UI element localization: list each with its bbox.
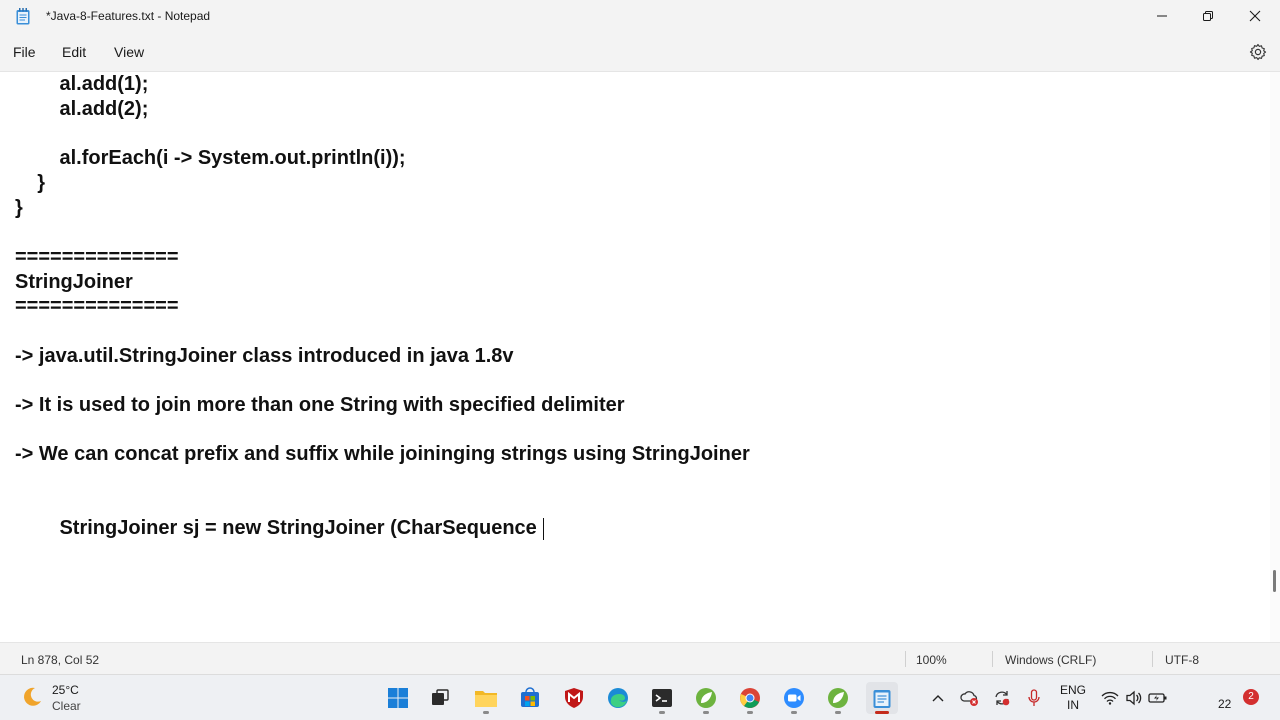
file-explorer-button[interactable] [470,682,502,714]
status-divider [992,651,993,667]
running-indicator [659,711,665,714]
running-indicator [747,711,753,714]
text-caret [542,517,544,540]
zoom-video-icon [784,688,804,708]
terminal-icon [652,689,672,707]
notepad-icon [873,690,891,708]
edge-button[interactable] [602,682,634,714]
start-button[interactable] [382,682,414,714]
menu-edit[interactable]: Edit [62,44,86,60]
spring-tool-2-button[interactable] [822,682,854,714]
notification-badge[interactable]: 2 [1243,689,1259,705]
microphone-tray[interactable] [1024,688,1044,708]
editor-line: StringJoiner [15,271,133,293]
active-indicator [875,711,889,714]
wifi-icon [1101,691,1119,705]
restore-icon [1203,11,1213,21]
onedrive-tray[interactable] [960,688,980,708]
line-ending: Windows (CRLF) [1005,653,1097,667]
edge-browser-icon [608,688,628,708]
editor-line: } [15,172,46,194]
folder-icon [475,691,497,707]
window-title: *Java-8-Features.txt - Notepad [46,9,211,23]
running-indicator [791,711,797,714]
moon-weather-icon[interactable] [20,685,44,709]
spring-leaf-icon [696,688,716,708]
menu-view[interactable]: View [114,44,144,60]
spring-leaf-icon [828,688,848,708]
tray-overflow-button[interactable] [928,688,948,708]
cloud-error-icon [960,691,978,706]
editor-line: } [15,197,23,219]
store-button[interactable] [514,682,546,714]
zoom-level: 100% [916,653,947,667]
notepad-window: *Java-8-Features.txt - Notepad File Edit… [0,0,1280,674]
settings-gear-icon[interactable] [1248,42,1268,62]
vertical-scrollbar[interactable] [1270,72,1280,642]
editor-line: -> We can concat prefix and suffix while… [15,443,750,465]
editor-line: al.add(2); [15,98,149,120]
chrome-icon [740,688,760,708]
notepad-taskbar-button[interactable] [866,682,898,714]
sync-icon [995,691,1010,706]
editor-line-text: StringJoiner sj = new StringJoiner (Char… [15,517,537,539]
wifi-tray[interactable] [1100,688,1120,708]
battery-charging-icon [1148,693,1167,703]
editor-line: -> It is used to join more than one Stri… [15,394,625,416]
battery-tray[interactable] [1148,688,1168,708]
title-bar: *Java-8-Features.txt - Notepad [0,0,1280,32]
status-divider [905,651,906,667]
editor-line: ============== [15,246,179,268]
sync-tray[interactable] [992,688,1012,708]
menu-bar: File Edit View [0,32,1280,72]
scrollbar-thumb[interactable] [1273,570,1276,592]
mcafee-shield-icon [565,688,583,708]
volume-tray[interactable] [1124,688,1144,708]
editor-line: al.forEach(i -> System.out.println(i)); [15,147,406,169]
clock[interactable]: 22 [1218,697,1231,711]
cursor-position: Ln 878, Col 52 [21,653,100,667]
weather-condition: Clear [52,699,81,713]
status-divider [1152,651,1153,667]
minimize-button[interactable] [1139,0,1185,32]
editor-line: ============== [15,295,179,317]
close-icon [1249,10,1261,22]
microphone-icon [1028,689,1040,706]
text-editor-area[interactable]: al.add(1); al.add(2); al.forEach(i -> Sy… [0,72,1270,642]
running-indicator [703,711,709,714]
task-view-icon [432,689,449,705]
minimize-icon [1157,15,1167,17]
encoding: UTF-8 [1165,653,1199,667]
close-button[interactable] [1232,0,1278,32]
windows-start-icon [388,688,408,708]
notepad-app-icon [16,8,30,25]
menu-file[interactable]: File [13,44,36,60]
terminal-button[interactable] [646,682,678,714]
restore-button[interactable] [1185,0,1231,32]
speaker-icon [1126,690,1142,706]
spring-tool-button[interactable] [690,682,722,714]
editor-line: -> java.util.StringJoiner class introduc… [15,345,514,367]
weather-temperature: 25°C [52,683,79,697]
editor-line-current: StringJoiner sj = new StringJoiner (Char… [15,516,544,541]
chevron-up-icon [932,695,944,702]
running-indicator [483,711,489,714]
region-code: IN [1067,698,1079,712]
zoom-button[interactable] [778,682,810,714]
store-icon [521,687,539,707]
language-indicator[interactable]: ENG IN [1060,683,1086,713]
task-view-button[interactable] [424,682,456,714]
running-indicator [835,711,841,714]
mcafee-button[interactable] [558,682,590,714]
taskbar: 25°C Clear ENG IN 22 2 [0,674,1280,720]
editor-line: al.add(1); [15,73,149,95]
chrome-button[interactable] [734,682,766,714]
status-bar: Ln 878, Col 52 100% Windows (CRLF) UTF-8 [0,642,1280,674]
language-code: ENG [1060,683,1087,697]
